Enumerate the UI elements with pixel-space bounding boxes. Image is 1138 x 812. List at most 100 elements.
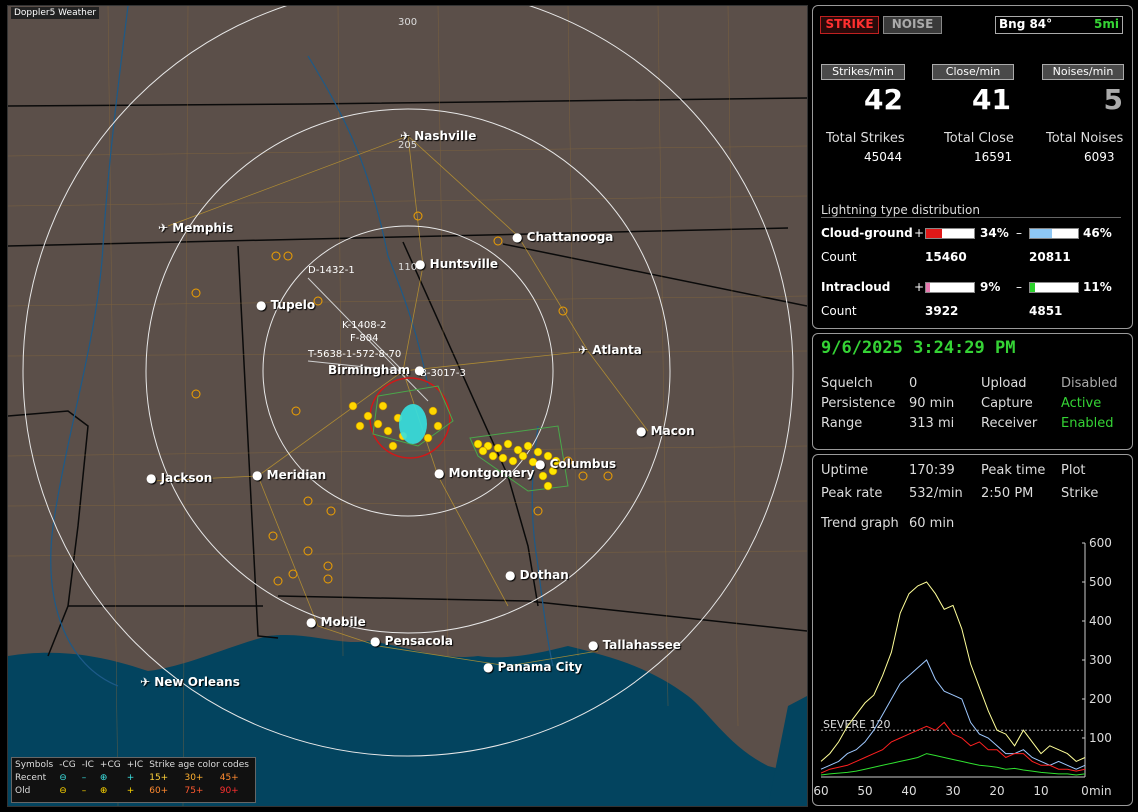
highways	[152, 135, 649, 667]
sensor-label[interactable]: B-3017-3	[420, 368, 466, 379]
city-chattanooga[interactable]: ● Chattanooga	[512, 230, 613, 244]
city-memphis[interactable]: ✈ Memphis	[158, 221, 233, 235]
ic-plus-bar	[925, 282, 975, 293]
city-jackson[interactable]: ● Jackson	[146, 471, 212, 485]
squelch-value: 0	[909, 376, 918, 391]
city-atlanta[interactable]: ✈ Atlanta	[578, 343, 642, 357]
ring-label-300: 300	[398, 17, 418, 28]
close-per-min-button[interactable]: Close/min	[932, 64, 1014, 80]
city-montgomery[interactable]: ● Montgomery	[434, 466, 534, 480]
plot-value[interactable]: Strike	[1061, 486, 1098, 501]
legend-row-label: Old	[15, 785, 31, 796]
sensor-label[interactable]: D-1432-1	[308, 265, 355, 276]
datetime: 9/6/2025 3:24:29 PM	[821, 338, 1016, 358]
city-dot-icon: ●	[636, 424, 647, 438]
ic-minus-percent: 11%	[1083, 280, 1112, 294]
city-nashville[interactable]: ✈ Nashville	[400, 129, 476, 143]
minus-cg-old-icon: ⊖	[59, 785, 67, 796]
stats-panel: STRIKE NOISE Bng 84° 5mi Strikes/min Clo…	[812, 5, 1133, 329]
cg-minus-count: 20811	[1029, 250, 1071, 264]
cg-plus-fill	[926, 229, 943, 238]
city-tupelo[interactable]: ● Tupelo	[256, 298, 315, 312]
city-tallahassee[interactable]: ● Tallahassee	[588, 638, 681, 652]
status-panel: 9/6/2025 3:24:29 PM Squelch 0 Upload Dis…	[812, 333, 1133, 450]
legend-header: +CG	[99, 759, 121, 770]
strikes-per-min-button[interactable]: Strikes/min	[821, 64, 905, 80]
strikes-per-min-value: 42	[864, 83, 903, 116]
sensor-label[interactable]: T-5638-1-572-8-70	[308, 349, 401, 360]
receiver-value: Enabled	[1061, 416, 1114, 431]
ic-minus-count: 4851	[1029, 304, 1063, 318]
city-panama-city[interactable]: ● Panama City	[483, 660, 582, 674]
airport-icon: ✈	[400, 129, 411, 143]
ic-minus-bar	[1029, 282, 1079, 293]
airport-icon: ✈	[140, 675, 151, 689]
total-noises-label: Total Noises	[1046, 131, 1124, 146]
age-code: 75+	[184, 785, 204, 796]
age-code: 90+	[219, 785, 239, 796]
trend-graph-label: Trend graph	[821, 516, 899, 531]
city-dot-icon: ●	[588, 638, 599, 652]
minus-sign: –	[1016, 226, 1022, 240]
range-label: Range	[821, 416, 863, 431]
uptime-label: Uptime	[821, 463, 869, 478]
city-pensacola[interactable]: ● Pensacola	[370, 634, 453, 648]
cg-minus-percent: 46%	[1083, 226, 1112, 240]
count-label: Count	[821, 304, 857, 318]
minus-ic-recent-icon: –	[81, 772, 87, 783]
range-value: 313 mi	[909, 416, 955, 431]
city-dot-icon: ●	[483, 660, 494, 674]
y-tick-label: 200	[1089, 692, 1112, 706]
sensor-label[interactable]: F-804	[350, 333, 378, 344]
city-dot-icon: ●	[370, 634, 381, 648]
y-tick-label: 500	[1089, 575, 1112, 589]
noises-per-min-value: 5	[1103, 83, 1123, 116]
trend-series-line-1	[820, 659, 1086, 770]
ic-plus-percent: 9%	[980, 280, 1001, 294]
bearing-range: 5mi	[1094, 17, 1119, 31]
total-strikes-value: 45044	[864, 150, 903, 164]
state-borders	[8, 97, 807, 657]
noise-button[interactable]: NOISE	[883, 16, 942, 34]
x-tick-label: 40	[901, 784, 916, 798]
city-dot-icon: ●	[252, 468, 263, 482]
city-dot-icon: ●	[512, 230, 523, 244]
city-huntsville[interactable]: ● Huntsville	[415, 257, 498, 271]
city-birmingham[interactable]: Birmingham ●	[328, 363, 425, 377]
strike-button[interactable]: STRIKE	[820, 16, 879, 34]
city-new-orleans[interactable]: ✈ New Orleans	[140, 675, 240, 689]
city-dot-icon: ●	[434, 466, 445, 480]
strike-cluster-birmingham	[348, 401, 443, 451]
total-strikes-label: Total Strikes	[826, 131, 905, 146]
age-code: 15+	[149, 772, 169, 783]
city-dot-icon: ●	[505, 568, 516, 582]
receiver-label: Receiver	[981, 416, 1038, 431]
city-dothan[interactable]: ● Dothan	[505, 568, 569, 582]
city-dot-icon: ●	[256, 298, 267, 312]
ic-plus-count: 3922	[925, 304, 959, 318]
city-dot-icon: ●	[415, 257, 426, 271]
symbol-legend: Symbols -CG -IC +CG +IC Strike age color…	[11, 757, 256, 803]
upload-label: Upload	[981, 376, 1027, 391]
city-dot-icon: ●	[306, 615, 317, 629]
city-macon[interactable]: ● Macon	[636, 424, 695, 438]
legend-header: -CG	[59, 759, 76, 770]
noises-per-min-button[interactable]: Noises/min	[1042, 64, 1124, 80]
age-code: 60+	[149, 785, 169, 796]
minus-sign: –	[1016, 280, 1022, 294]
x-tick-label: 50	[857, 784, 872, 798]
city-meridian[interactable]: ● Meridian	[252, 468, 326, 482]
ocean-corner	[768, 696, 807, 806]
city-mobile[interactable]: ● Mobile	[306, 615, 366, 629]
peak-rate-value: 532/min	[909, 486, 963, 501]
ic-minus-fill	[1030, 283, 1036, 292]
city-dot-icon: ●	[146, 471, 157, 485]
sensor-label[interactable]: K-1408-2	[342, 320, 387, 331]
close-per-min-value: 41	[972, 83, 1011, 116]
squelch-label: Squelch	[821, 376, 873, 391]
x-tick-label: 30	[945, 784, 960, 798]
age-code: 45+	[219, 772, 239, 783]
plot-label: Plot	[1061, 463, 1086, 478]
lightning-map[interactable]: Doppler5 Weather 300 205 110 ✈ Nashville…	[7, 5, 808, 807]
city-columbus[interactable]: ● Columbus	[535, 457, 616, 471]
